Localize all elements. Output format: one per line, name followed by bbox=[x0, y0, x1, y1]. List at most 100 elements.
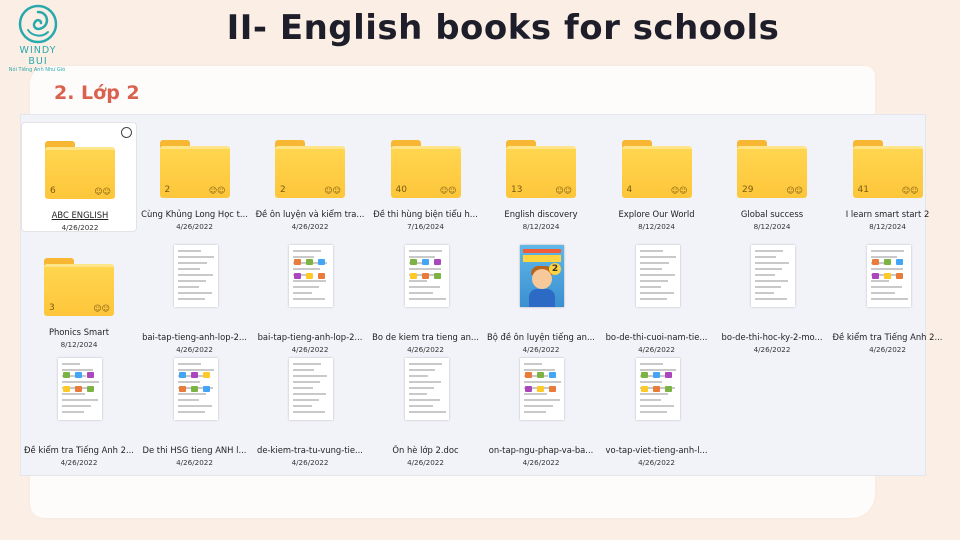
item-name: bai-tap-tieng-anh-lop-2... bbox=[257, 332, 363, 342]
item-date: 4/26/2022 bbox=[638, 345, 675, 354]
item-name: ABC ENGLISH bbox=[51, 210, 109, 220]
shared-people-icon: ☺☺ bbox=[94, 187, 111, 196]
folder-item-count: 3 bbox=[49, 303, 55, 313]
item-name: Đề kiểm tra Tiếng Anh 2... bbox=[832, 332, 943, 342]
folder-item[interactable]: 2 ☺☺ Cùng Khủng Long Học t... 4/26/2022 bbox=[137, 122, 253, 232]
item-date: 4/26/2022 bbox=[638, 458, 675, 467]
folder-item-count: 6 bbox=[50, 186, 56, 196]
item-name: bo-de-thi-cuoi-nam-tie... bbox=[605, 332, 708, 342]
file-item[interactable]: 2 Bộ đề ôn luyện tiếng an... 4/26/2022 bbox=[483, 245, 599, 355]
item-date: 4/26/2022 bbox=[407, 458, 444, 467]
folder-item[interactable]: 13 ☺☺ English discovery 8/12/2024 bbox=[483, 122, 599, 232]
folder-item-count: 40 bbox=[395, 185, 407, 195]
item-name: I learn smart start 2 bbox=[845, 209, 930, 219]
item-name: bo-de-thi-hoc-ky-2-mo... bbox=[721, 332, 823, 342]
item-name: vo-tap-viet-tieng-anh-l... bbox=[605, 445, 708, 455]
item-date: 4/26/2022 bbox=[291, 458, 329, 467]
item-date: 8/12/2024 bbox=[638, 222, 675, 231]
folder-item[interactable]: 29 ☺☺ Global success 8/12/2024 bbox=[714, 122, 830, 232]
folder-item[interactable]: 41 ☺☺ I learn smart start 2 8/12/2024 bbox=[830, 122, 946, 232]
shared-people-icon: ☺☺ bbox=[439, 186, 457, 195]
file-item[interactable]: Bo de kiem tra tieng an... 4/26/2022 bbox=[368, 245, 484, 355]
folder-item-count: 29 bbox=[742, 185, 754, 195]
document-thumbnail bbox=[404, 245, 449, 307]
folder-icon: 3 ☺☺ bbox=[44, 258, 114, 316]
item-name: Bo de kiem tra tieng an... bbox=[372, 332, 479, 342]
item-name: Phonics Smart bbox=[48, 327, 110, 337]
item-name: bai-tap-tieng-anh-lop-2... bbox=[142, 332, 247, 342]
shared-people-icon: ☺☺ bbox=[670, 186, 688, 195]
document-thumbnail bbox=[58, 358, 102, 420]
folder-item[interactable]: 6 ☺☺ ABC ENGLISH 4/26/2022 bbox=[21, 122, 137, 232]
item-date: 4/26/2022 bbox=[869, 345, 906, 354]
shared-people-icon: ☺☺ bbox=[555, 186, 572, 195]
item-name: Bộ đề ôn luyện tiếng an... bbox=[487, 332, 595, 342]
folder-icon: 41 ☺☺ bbox=[852, 140, 923, 198]
folder-item[interactable]: 40 ☺☺ Đề thi hùng biện tiểu h... 7/16/2024 bbox=[368, 122, 484, 232]
file-item[interactable]: vo-tap-viet-tieng-anh-l... 4/26/2022 bbox=[599, 358, 715, 468]
file-item[interactable]: De thi HSG tieng ANH l... 4/26/2022 bbox=[137, 358, 253, 468]
item-name: English discovery bbox=[504, 209, 578, 219]
item-date: 4/26/2022 bbox=[176, 458, 213, 467]
folder-icon: 29 ☺☺ bbox=[737, 140, 807, 198]
folder-item-count: 41 bbox=[857, 185, 869, 195]
item-name: Global success bbox=[740, 209, 804, 219]
item-name: Đề kiểm tra Tiếng Anh 2... bbox=[24, 445, 134, 455]
document-thumbnail bbox=[173, 245, 218, 307]
folder-item[interactable]: 4 ☺☺ Explore Our World 8/12/2024 bbox=[599, 122, 715, 232]
shared-people-icon: ☺☺ bbox=[324, 186, 341, 195]
item-date: 4/26/2022 bbox=[176, 345, 213, 354]
folder-item[interactable]: 3 ☺☺ Phonics Smart 8/12/2024 bbox=[21, 240, 137, 350]
document-thumbnail bbox=[635, 245, 680, 307]
item-name: Đề ôn luyện và kiểm tra... bbox=[255, 209, 365, 219]
item-name: Explore Our World bbox=[618, 209, 695, 219]
file-explorer-grid: 6 ☺☺ ABC ENGLISH 4/26/2022 2 ☺☺ Cùng Khủng Lon… bbox=[20, 114, 942, 476]
item-date: 8/12/2024 bbox=[522, 222, 560, 231]
logo-brand-name: WINDY BUI bbox=[19, 45, 57, 67]
folder-item-count: 2 bbox=[280, 185, 286, 195]
shared-people-icon: ☺☺ bbox=[901, 186, 919, 195]
file-item[interactable]: on-tap-ngu-phap-va-ba... 4/26/2022 bbox=[483, 358, 599, 468]
file-item[interactable]: bai-tap-tieng-anh-lop-2... 4/26/2022 bbox=[137, 245, 253, 355]
folder-icon: 2 ☺☺ bbox=[275, 140, 345, 198]
folder-icon: 13 ☺☺ bbox=[506, 140, 576, 198]
document-thumbnail bbox=[173, 358, 218, 420]
section-heading: 2. Lớp 2 bbox=[54, 82, 140, 104]
file-item[interactable]: Đề kiểm tra Tiếng Anh 2... 4/26/2022 bbox=[21, 358, 137, 468]
folder-item[interactable]: 2 ☺☺ Đề ôn luyện và kiểm tra... 4/26/2022 bbox=[252, 122, 368, 232]
document-thumbnail bbox=[289, 245, 333, 307]
file-item[interactable]: Ôn hè lớp 2.doc 4/26/2022 bbox=[368, 358, 484, 468]
file-item[interactable]: de-kiem-tra-tu-vung-tie... 4/26/2022 bbox=[252, 358, 368, 468]
item-date: 4/26/2022 bbox=[522, 458, 560, 467]
item-date: 8/12/2024 bbox=[753, 222, 791, 231]
file-item[interactable]: bo-de-thi-cuoi-nam-tie... 4/26/2022 bbox=[599, 245, 715, 355]
file-item[interactable]: Đề kiểm tra Tiếng Anh 2... 4/26/2022 bbox=[830, 245, 946, 355]
folder-item-count: 4 bbox=[626, 185, 633, 195]
folder-icon: 6 ☺☺ bbox=[45, 141, 115, 199]
item-name: on-tap-ngu-phap-va-ba... bbox=[488, 445, 594, 455]
shared-people-icon: ☺☺ bbox=[208, 186, 226, 195]
document-thumbnail bbox=[751, 245, 795, 307]
item-date: 8/12/2024 bbox=[869, 222, 906, 231]
item-date: 4/26/2022 bbox=[60, 458, 98, 467]
file-item[interactable]: bai-tap-tieng-anh-lop-2... 4/26/2022 bbox=[252, 245, 368, 355]
folder-item-count: 13 bbox=[511, 185, 523, 195]
file-item[interactable]: bo-de-thi-hoc-ky-2-mo... 4/26/2022 bbox=[714, 245, 830, 355]
document-thumbnail bbox=[635, 358, 680, 420]
shared-people-icon: ☺☺ bbox=[786, 186, 803, 195]
item-date: 4/26/2022 bbox=[753, 345, 791, 354]
item-name: Đề thi hùng biện tiểu h... bbox=[373, 209, 478, 219]
document-thumbnail bbox=[866, 245, 911, 307]
item-date: 4/26/2022 bbox=[176, 222, 213, 231]
folder-icon: 40 ☺☺ bbox=[390, 140, 461, 198]
item-date: 4/26/2022 bbox=[407, 345, 444, 354]
item-name: de-kiem-tra-tu-vung-tie... bbox=[257, 445, 363, 455]
item-date: 7/16/2024 bbox=[407, 222, 444, 231]
logo-tagline: Nói Tiếng Anh Như Gió bbox=[8, 67, 66, 73]
item-date: 4/26/2022 bbox=[291, 222, 329, 231]
document-thumbnail bbox=[404, 358, 449, 420]
item-date: 4/26/2022 bbox=[522, 345, 560, 354]
item-name: Ôn hè lớp 2.doc bbox=[392, 445, 459, 455]
select-checkbox[interactable] bbox=[121, 127, 132, 138]
item-date: 4/26/2022 bbox=[291, 345, 329, 354]
